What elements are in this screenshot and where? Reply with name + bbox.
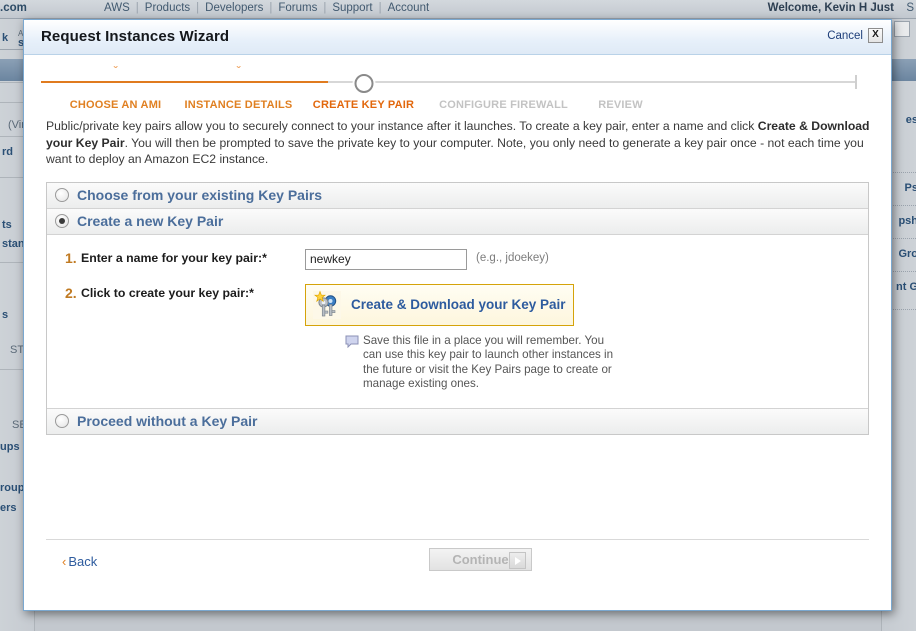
background-fragment-12: ers bbox=[0, 502, 17, 514]
create-download-label: Click to create your key pair:* bbox=[81, 285, 254, 300]
step-track-endcap bbox=[855, 75, 857, 89]
option-choose-existing-label: Choose from your existing Key Pairs bbox=[77, 187, 323, 203]
description-part-1: Public/private key pairs allow you to se… bbox=[46, 119, 758, 133]
option-choose-existing-key-pairs[interactable]: Choose from your existing Key Pairs bbox=[47, 182, 868, 209]
request-instances-wizard-dialog: Request Instances Wizard Cancel X ˇ CHOO… bbox=[23, 19, 892, 611]
global-top-navigation: .com AWS | Products | Developers | Forums | Supp… bbox=[0, 0, 916, 19]
key-pair-name-input[interactable] bbox=[305, 248, 467, 270]
option-proceed-without-label: Proceed without a Key Pair bbox=[77, 413, 258, 429]
back-button[interactable]: ‹ Back bbox=[62, 554, 97, 569]
background-fragment-0: k bbox=[2, 32, 9, 44]
dialog-header-actions: Cancel X bbox=[827, 28, 883, 43]
background-rfragment-3: Gro bbox=[898, 248, 916, 260]
nav-link-forums[interactable]: Forums bbox=[272, 2, 323, 14]
continue-arrow-icon bbox=[509, 552, 526, 569]
top-nav-links: AWS | Products | Developers | Forums | Support | A… bbox=[98, 2, 435, 14]
option-proceed-without-key-pair[interactable]: Proceed without a Key Pair bbox=[47, 408, 868, 434]
background-fragment-11: roup bbox=[0, 482, 25, 494]
key-pair-save-note-text: Save this file in a place you will remem… bbox=[363, 333, 614, 391]
dialog-header: Request Instances Wizard Cancel X bbox=[24, 20, 891, 55]
option-create-new-key-pair[interactable]: Create a new Key Pair bbox=[47, 208, 868, 235]
wizard-footer: ‹ Back Continue bbox=[46, 539, 869, 592]
radio-create-new-icon[interactable] bbox=[55, 214, 69, 228]
create-download-row: 2. Click to create your key pair:* Creat… bbox=[47, 283, 868, 326]
key-pair-options: Choose from your existing Key Pairs Crea… bbox=[46, 181, 869, 435]
continue-button[interactable]: Continue bbox=[429, 548, 532, 571]
option-create-new-label: Create a new Key Pair bbox=[77, 213, 224, 229]
site-logo-text: .com bbox=[0, 2, 27, 14]
description-part-2: . You will then be prompted to save the … bbox=[46, 135, 864, 167]
background-rfragment-1: Ps bbox=[904, 182, 916, 194]
current-step-circle-icon bbox=[354, 74, 373, 93]
nav-overflow-label: S bbox=[906, 2, 914, 14]
info-bubble-icon bbox=[345, 335, 363, 392]
wizard-step-progress: ˇ CHOOSE AN AMI ˇ INSTANCE DETAILS CREAT… bbox=[33, 64, 861, 114]
wizard-description: Public/private key pairs allow you to se… bbox=[46, 118, 871, 168]
step-check-icon bbox=[538, 64, 703, 78]
close-icon[interactable]: X bbox=[868, 28, 883, 43]
nav-link-aws[interactable]: AWS bbox=[98, 2, 136, 14]
nav-link-support[interactable]: Support bbox=[326, 2, 378, 14]
back-chevron-icon: ‹ bbox=[62, 554, 67, 569]
key-pair-name-hint: (e.g., jdoekey) bbox=[476, 251, 549, 264]
nav-link-developers[interactable]: Developers bbox=[199, 2, 269, 14]
background-fragment-7: s bbox=[2, 309, 9, 321]
step-label: REVIEW bbox=[598, 99, 643, 111]
radio-choose-existing-icon[interactable] bbox=[55, 188, 69, 202]
background-rfragment-0: es bbox=[905, 114, 916, 126]
step-number-1: 1. bbox=[65, 249, 77, 266]
cancel-link[interactable]: Cancel bbox=[827, 30, 863, 42]
background-fragment-5: ts bbox=[2, 219, 12, 231]
key-pair-name-label: Enter a name for your key pair:* bbox=[81, 250, 267, 265]
nav-link-products[interactable]: Products bbox=[139, 2, 196, 14]
background-rfragment-2: psh bbox=[898, 215, 916, 227]
create-and-download-key-pair-button[interactable]: Create & Download your Key Pair bbox=[305, 283, 574, 326]
step-review[interactable]: REVIEW bbox=[538, 64, 703, 111]
continue-button-label: Continue bbox=[452, 552, 509, 567]
key-pair-icon bbox=[312, 290, 342, 320]
back-button-label: Back bbox=[68, 554, 98, 569]
nav-link-account[interactable]: Account bbox=[382, 2, 436, 14]
background-rfragment-4: nt G bbox=[896, 281, 916, 293]
background-fragment-6: stan bbox=[2, 238, 25, 250]
create-and-download-button-label: Create & Download your Key Pair bbox=[351, 297, 566, 312]
dialog-title: Request Instances Wizard bbox=[41, 28, 230, 45]
background-fragment-10: ups bbox=[0, 441, 20, 453]
background-fragment-4: rd bbox=[2, 146, 13, 158]
key-pair-save-note: Save this file in a place you will remem… bbox=[345, 334, 617, 392]
create-new-key-pair-panel: 1. Enter a name for your key pair:* (e.g… bbox=[47, 234, 868, 409]
step-marker bbox=[538, 78, 703, 94]
background-button-box bbox=[894, 21, 910, 37]
welcome-user-label: Welcome, Kevin H Just bbox=[767, 2, 894, 14]
radio-proceed-without-icon[interactable] bbox=[55, 414, 69, 428]
step-number-2: 2. bbox=[65, 284, 77, 301]
key-pair-name-row: 1. Enter a name for your key pair:* (e.g… bbox=[47, 248, 868, 270]
